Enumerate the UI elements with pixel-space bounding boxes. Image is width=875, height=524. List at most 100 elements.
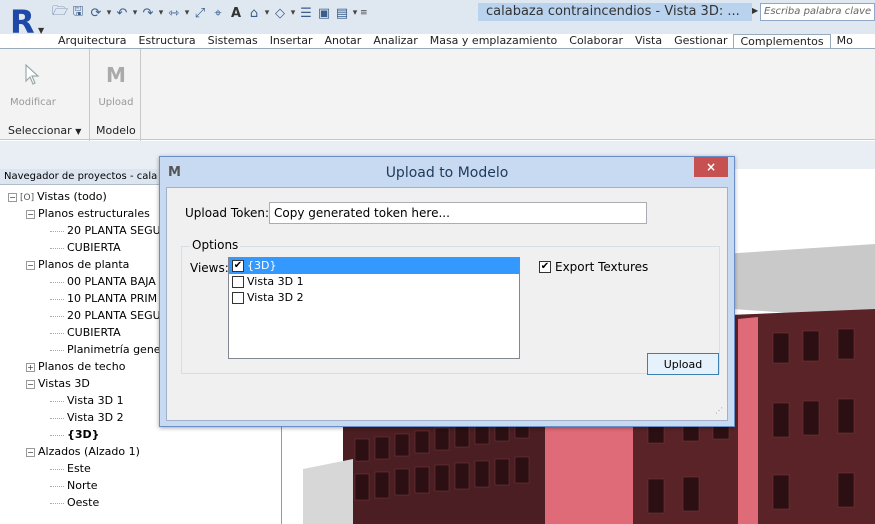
window-title: calabaza contraincendios - Vista 3D: ...: [478, 3, 752, 21]
tree-connector: [50, 349, 64, 351]
tree-item[interactable]: Vista 3D 2: [50, 409, 124, 426]
tree-item[interactable]: {3D}: [50, 426, 99, 443]
save-icon[interactable]: 🖫: [70, 2, 86, 24]
dropdown-icon[interactable]: ▾: [132, 8, 138, 18]
3d-view-icon[interactable]: ⌂: [246, 6, 262, 21]
search-input[interactable]: Escriba palabra clave o fra: [760, 3, 875, 21]
modify-button[interactable]: Modificar: [10, 53, 56, 123]
tree-item[interactable]: 20 PLANTA SEGU: [50, 222, 161, 239]
views-list[interactable]: ✔ {3D} Vista 3D 1 Vista 3D 2: [228, 257, 520, 359]
checkbox-unchecked-icon[interactable]: [232, 276, 244, 288]
tree-item[interactable]: Norte: [50, 477, 98, 494]
dropdown-icon[interactable]: ▾: [352, 8, 358, 18]
panel-select-dropdown[interactable]: Seleccionar ▼: [8, 123, 81, 139]
dimension-icon[interactable]: ⤢: [192, 6, 208, 21]
view-list-item-label: {3D}: [247, 259, 277, 272]
panel-divider: [140, 49, 141, 141]
dropdown-icon[interactable]: ▾: [184, 8, 190, 18]
tab-gestionar[interactable]: Gestionar: [668, 34, 733, 48]
tree-item[interactable]: − Vistas 3D: [26, 375, 90, 392]
tree-item-label: 20 PLANTA SEGU: [67, 309, 161, 322]
dropdown-icon[interactable]: ▾: [264, 8, 270, 18]
tab-analizar[interactable]: Analizar: [367, 34, 423, 48]
tab-masa-y-emplazamiento[interactable]: Masa y emplazamiento: [424, 34, 564, 48]
export-textures-label: Export Textures: [555, 260, 649, 274]
collapse-icon[interactable]: −: [26, 379, 35, 389]
tree-item-label: Planos estructurales: [38, 207, 150, 220]
view-list-item[interactable]: Vista 3D 1: [229, 274, 519, 290]
tree-item[interactable]: Vista 3D 1: [50, 392, 124, 409]
tree-item-label: CUBIERTA: [67, 241, 121, 254]
tree-connector: [50, 230, 64, 232]
open-icon[interactable]: 🗁: [52, 2, 68, 24]
upload-button[interactable]: Upload: [647, 353, 719, 375]
tab-anotar[interactable]: Anotar: [319, 34, 368, 48]
tree-item[interactable]: − [O] Vistas (todo): [8, 188, 107, 205]
panel-select-label: Seleccionar: [8, 124, 72, 137]
close-hidden-icon[interactable]: ▣: [316, 6, 332, 21]
tab-sistemas[interactable]: Sistemas: [202, 34, 264, 48]
checkbox-unchecked-icon[interactable]: [232, 292, 244, 304]
tree-connector: [50, 247, 64, 249]
upload-token-label: Upload Token:: [185, 206, 270, 220]
tree-connector: [50, 315, 64, 317]
tree-item[interactable]: 10 PLANTA PRIM: [50, 290, 157, 307]
tree-item[interactable]: − Planos de planta: [26, 256, 129, 273]
resize-grip-icon[interactable]: ⋰: [715, 407, 725, 418]
views-icon: [O]: [20, 193, 35, 203]
tree-item[interactable]: 00 PLANTA BAJA: [50, 273, 156, 290]
collapse-icon[interactable]: −: [26, 260, 35, 270]
dialog-title-bar[interactable]: M Upload to Modelo ×: [160, 157, 734, 187]
section-icon[interactable]: ◇: [272, 6, 288, 21]
tree-item[interactable]: CUBIERTA: [50, 324, 121, 341]
expand-icon[interactable]: +: [26, 362, 35, 372]
dropdown-icon[interactable]: ▾: [106, 8, 112, 18]
view-list-item-label: Vista 3D 2: [247, 291, 304, 304]
view-list-item[interactable]: Vista 3D 2: [229, 290, 519, 306]
tree-item-label: 00 PLANTA BAJA: [67, 275, 156, 288]
tree-item-label: Alzados (Alzado 1): [38, 445, 140, 458]
tree-item[interactable]: 20 PLANTA SEGU: [50, 307, 161, 324]
tree-item-label: Este: [67, 462, 91, 475]
view-list-item[interactable]: ✔ {3D}: [229, 258, 519, 274]
tree-item-label: Vista 3D 2: [67, 411, 124, 424]
tree-item[interactable]: + Planos de techo: [26, 358, 125, 375]
collapse-icon[interactable]: −: [26, 209, 35, 219]
tree-item-label: Oeste: [67, 496, 100, 509]
tab-mo[interactable]: Mo: [831, 34, 859, 48]
tree-item[interactable]: Este: [50, 460, 91, 477]
collapse-icon[interactable]: −: [26, 447, 35, 457]
sync-icon[interactable]: ⟳: [88, 6, 104, 21]
tree-item[interactable]: Planimetría gene: [50, 341, 161, 358]
tree-item[interactable]: Oeste: [50, 494, 99, 511]
dropdown-icon[interactable]: ▾: [290, 8, 296, 18]
tab-insertar[interactable]: Insertar: [264, 34, 319, 48]
customize-icon[interactable]: ≡: [360, 8, 368, 18]
tree-item[interactable]: − Alzados (Alzado 1): [26, 443, 140, 460]
tab-arquitectura[interactable]: Arquitectura: [52, 34, 133, 48]
tab-vista[interactable]: Vista: [629, 34, 668, 48]
export-textures-checkbox[interactable]: ✔ Export Textures: [539, 261, 648, 274]
close-button[interactable]: ×: [694, 157, 728, 177]
collapse-icon[interactable]: −: [8, 192, 17, 202]
tab-estructura[interactable]: Estructura: [133, 34, 202, 48]
tag-icon[interactable]: ⌖: [210, 6, 226, 21]
undo-icon[interactable]: ↶: [114, 6, 130, 21]
text-icon[interactable]: A: [228, 6, 244, 21]
dropdown-icon[interactable]: ▾: [158, 8, 164, 18]
checkbox-checked-icon[interactable]: ✔: [232, 260, 244, 272]
tab-complementos[interactable]: Complementos: [733, 34, 831, 48]
thin-lines-icon[interactable]: ☰: [298, 6, 314, 21]
upload-token-input[interactable]: [269, 202, 647, 224]
tree-item[interactable]: CUBIERTA: [50, 239, 121, 256]
tree-connector: [50, 298, 64, 300]
tree-connector: [50, 332, 64, 334]
tree-connector: [50, 502, 64, 504]
switch-windows-icon[interactable]: ▤: [334, 6, 350, 21]
measure-icon[interactable]: ⇿: [166, 6, 182, 21]
upload-ribbon-button[interactable]: M Upload: [94, 53, 138, 123]
redo-icon[interactable]: ↷: [140, 6, 156, 21]
tab-colaborar[interactable]: Colaborar: [563, 34, 629, 48]
tree-item[interactable]: − Planos estructurales: [26, 205, 150, 222]
tree-item-label: Planos de techo: [38, 360, 126, 373]
